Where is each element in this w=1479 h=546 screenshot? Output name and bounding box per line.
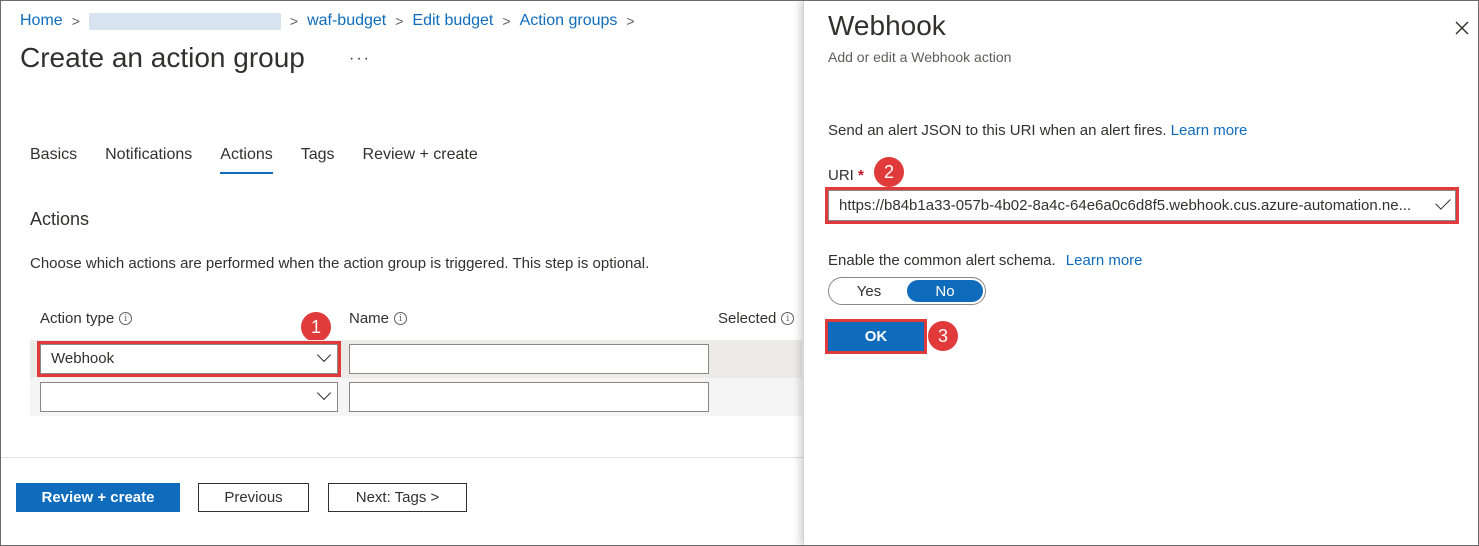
window-border [0, 0, 1479, 546]
